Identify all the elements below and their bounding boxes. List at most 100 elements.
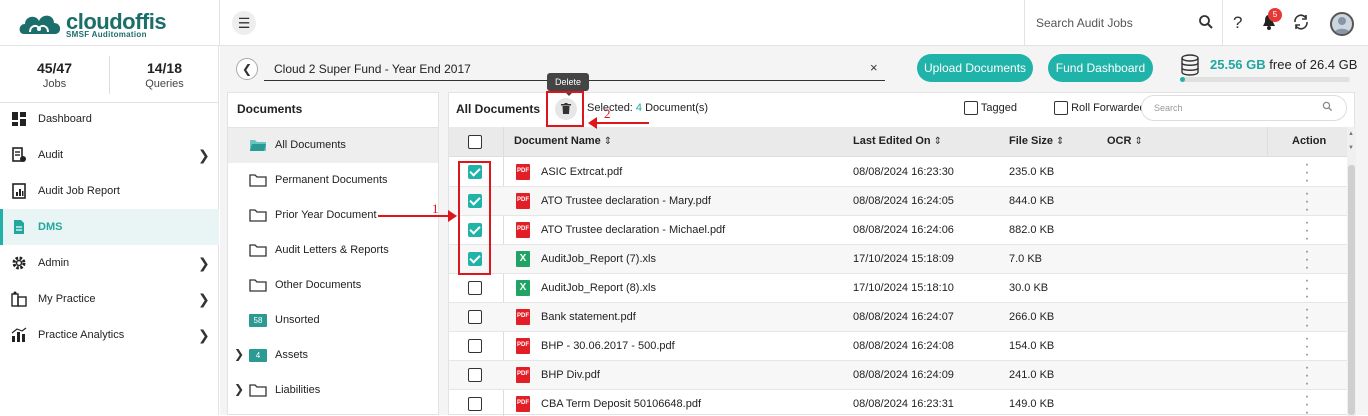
- document-name[interactable]: ATO Trustee declaration - Mary.pdf: [541, 195, 711, 207]
- documents-panel: Documents All Documents Permanent Documen…: [227, 92, 439, 415]
- row-checkbox[interactable]: [468, 397, 482, 411]
- document-name[interactable]: BHP - 30.06.2017 - 500.pdf: [541, 340, 675, 352]
- column-file-size[interactable]: File Size ⇕: [1009, 135, 1064, 147]
- sidebar-item-audit-job-report[interactable]: Audit Job Report: [0, 173, 219, 209]
- document-name[interactable]: Bank statement.pdf: [541, 311, 636, 323]
- table-scrollbar[interactable]: ▲ ▼: [1347, 127, 1356, 416]
- folder-item[interactable]: Other Documents: [228, 268, 438, 303]
- back-button[interactable]: ❮: [236, 58, 258, 80]
- document-name[interactable]: CBA Term Deposit 50106648.pdf: [541, 398, 701, 410]
- more-options-icon[interactable]: · · ·: [1304, 302, 1310, 334]
- document-name[interactable]: ATO Trustee declaration - Michael.pdf: [541, 224, 725, 236]
- sidebar-item-audit[interactable]: Audit ❯: [0, 137, 219, 173]
- queries-label: Queries: [145, 78, 184, 90]
- search-audit-jobs-input[interactable]: Search Audit Jobs: [1036, 16, 1133, 30]
- brand-logo[interactable]: cloudoffis SMSF Auditomation: [18, 8, 218, 40]
- column-last-edited[interactable]: Last Edited On ⇕: [853, 135, 942, 147]
- select-all-checkbox[interactable]: [468, 135, 482, 149]
- folder-item[interactable]: All Documents: [228, 128, 438, 163]
- fund-dashboard-button[interactable]: Fund Dashboard: [1048, 54, 1153, 82]
- tagged-filter[interactable]: Tagged: [964, 101, 1017, 115]
- folder-label: Assets: [275, 349, 309, 361]
- more-options-icon[interactable]: · · ·: [1304, 244, 1310, 276]
- table-row[interactable]: X AuditJob_Report (7).xls 17/10/2024 15:18…: [449, 244, 1347, 276]
- pdf-file-icon: PDF: [516, 367, 530, 383]
- folder-item[interactable]: Audit Letters & Reports: [228, 233, 438, 268]
- more-options-icon[interactable]: · · ·: [1304, 215, 1310, 247]
- tagged-checkbox[interactable]: [964, 101, 978, 115]
- menu-toggle-button[interactable]: ☰: [232, 11, 256, 35]
- more-options-icon[interactable]: · · ·: [1304, 389, 1310, 416]
- document-name[interactable]: ASIC Extrcat.pdf: [541, 166, 622, 178]
- user-avatar[interactable]: [1330, 12, 1354, 36]
- column-label: Document Name: [514, 135, 601, 147]
- row-checkbox[interactable]: [468, 339, 482, 353]
- row-checkbox[interactable]: [468, 368, 482, 382]
- step1-label: 1: [432, 201, 439, 216]
- table-row[interactable]: PDF ASIC Extrcat.pdf 08/08/2024 16:23:30 23…: [449, 157, 1347, 189]
- file-size: 154.0 KB: [1009, 340, 1055, 352]
- search-divider: [1024, 0, 1025, 46]
- job-selector-input[interactable]: Cloud 2 Super Fund - Year End 2017: [274, 62, 471, 76]
- storage-progress-bar: [1180, 77, 1350, 82]
- search-icon[interactable]: [1198, 14, 1214, 30]
- table-row[interactable]: PDF ATO Trustee declaration - Michael.pdf…: [449, 215, 1347, 247]
- more-options-icon[interactable]: · · ·: [1304, 360, 1310, 392]
- table-row[interactable]: PDF Bank statement.pdf 08/08/2024 16:24:07…: [449, 302, 1347, 334]
- scroll-up-icon[interactable]: ▲: [1348, 131, 1354, 137]
- document-name[interactable]: AuditJob_Report (8).xls: [541, 282, 656, 294]
- column-ocr[interactable]: OCR ⇕: [1107, 135, 1143, 147]
- folder-item[interactable]: ❯ Liabilities: [228, 373, 438, 408]
- scroll-thumb[interactable]: [1348, 165, 1355, 415]
- folder-icon: [249, 244, 267, 257]
- clear-job-icon[interactable]: ×: [870, 60, 878, 75]
- chevron-right-icon[interactable]: ❯: [234, 382, 244, 396]
- document-search-input[interactable]: Search: [1141, 95, 1347, 121]
- more-options-icon[interactable]: · · ·: [1304, 157, 1310, 189]
- folder-item[interactable]: Permanent Documents: [228, 163, 438, 198]
- table-row[interactable]: X AuditJob_Report (8).xls 17/10/2024 15:18…: [449, 273, 1347, 305]
- sidebar-item-admin[interactable]: Admin ❯: [0, 245, 219, 281]
- sidebar-item-label: DMS: [38, 221, 63, 233]
- sidebar-item-dashboard[interactable]: Dashboard: [0, 101, 219, 137]
- more-options-icon[interactable]: · · ·: [1304, 186, 1310, 218]
- jobs-stat[interactable]: 45/47 Jobs: [0, 60, 109, 90]
- roll-forwarded-filter[interactable]: Roll Forwarded: [1054, 101, 1146, 115]
- sidebar-item-my-practice[interactable]: My Practice ❯: [0, 281, 219, 317]
- more-options-icon[interactable]: · · ·: [1304, 273, 1310, 305]
- folder-item[interactable]: 58 Unsorted: [228, 303, 438, 338]
- folder-item[interactable]: ❯ 4 Assets: [228, 338, 438, 373]
- upload-documents-button[interactable]: Upload Documents: [917, 54, 1033, 82]
- practice-icon: [11, 291, 27, 307]
- table-row[interactable]: PDF BHP Div.pdf 08/08/2024 16:24:09 241.0 K…: [449, 360, 1347, 392]
- pdf-file-icon: PDF: [516, 222, 530, 238]
- roll-forwarded-checkbox[interactable]: [1054, 101, 1068, 115]
- row-checkbox[interactable]: [468, 310, 482, 324]
- pdf-file-icon: PDF: [516, 396, 530, 412]
- table-row[interactable]: PDF CBA Term Deposit 50106648.pdf 08/08/20…: [449, 389, 1347, 416]
- document-name[interactable]: BHP Div.pdf: [541, 369, 600, 381]
- sidebar-item-dms[interactable]: DMS: [0, 209, 219, 245]
- sync-icon[interactable]: [1292, 13, 1310, 31]
- scroll-down-icon[interactable]: ▼: [1348, 145, 1354, 151]
- active-indicator: [0, 209, 3, 245]
- document-name[interactable]: AuditJob_Report (7).xls: [541, 253, 656, 265]
- queries-stat[interactable]: 14/18 Queries: [110, 60, 219, 90]
- column-document-name[interactable]: Document Name ⇕: [514, 135, 612, 147]
- chevron-right-icon: ❯: [198, 326, 210, 343]
- folder-label: Liabilities: [275, 384, 321, 396]
- table-row[interactable]: PDF BHP - 30.06.2017 - 500.pdf 08/08/2024 …: [449, 331, 1347, 363]
- pdf-file-icon: PDF: [516, 309, 530, 325]
- chevron-right-icon[interactable]: ❯: [234, 347, 244, 361]
- notification-badge: 5: [1268, 8, 1282, 22]
- more-options-icon[interactable]: · · ·: [1304, 331, 1310, 363]
- last-edited: 08/08/2024 16:24:06: [853, 224, 954, 236]
- table-row[interactable]: PDF ATO Trustee declaration - Mary.pdf 08/…: [449, 186, 1347, 218]
- analytics-icon: [11, 327, 27, 342]
- file-size: 30.0 KB: [1009, 282, 1049, 294]
- help-icon[interactable]: ?: [1233, 13, 1242, 33]
- cloud-logo-icon: [19, 15, 61, 34]
- storage-usage: 25.56 GB free of 26.4 GB: [1210, 57, 1357, 72]
- row-checkbox[interactable]: [468, 281, 482, 295]
- sidebar-item-practice-analytics[interactable]: Practice Analytics ❯: [0, 317, 219, 353]
